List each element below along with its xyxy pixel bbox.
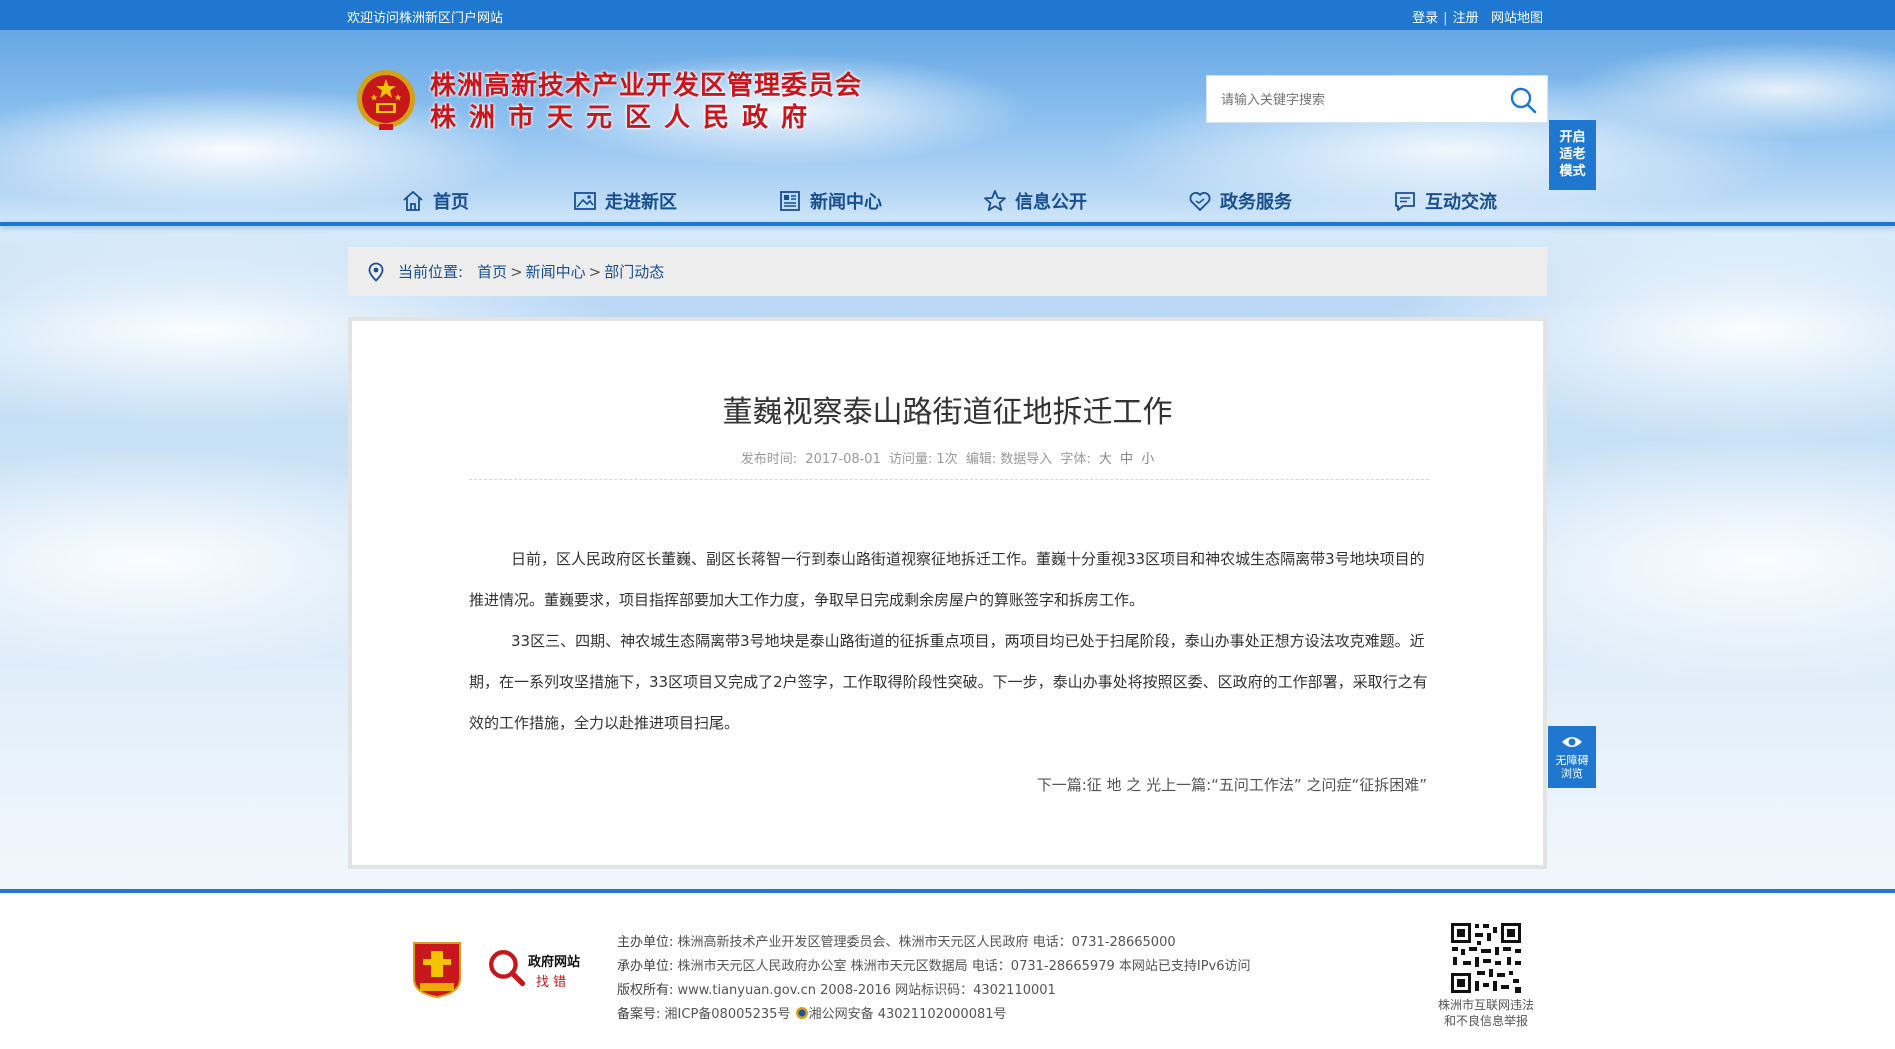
font-small-button[interactable]: 小 (1141, 452, 1154, 467)
qr-caption-line2: 和不良信息举报 (1443, 1014, 1528, 1028)
chat-icon (1395, 192, 1415, 211)
magnifier-icon (489, 950, 526, 987)
footer-row-organizer: 承办单位: 株洲市天元区人民政府办公室 株洲市天元区数据局 电话：0731-28… (617, 955, 1251, 979)
views-label: 访问量: (889, 452, 933, 467)
editor-label: 编辑: (965, 452, 997, 467)
accessibility-line1: 无障碍 (1555, 754, 1589, 767)
article-pager: 下一篇:征 地 之 光上一篇:“五问工作法” 之问症“征拆困难” (1037, 774, 1427, 795)
home-icon (403, 190, 423, 211)
meta-divider (469, 479, 1429, 480)
next-article-link[interactable]: 征 地 之 光 (1087, 776, 1161, 794)
breadcrumb: 当前位置: 首页 > 新闻中心 > 部门动态 (348, 247, 1547, 296)
footer-info: 主办单位: 株洲高新技术产业开发区管理委员会、株洲市天元区人民政府 电话：073… (617, 931, 1251, 1027)
nav-underline (0, 222, 1895, 226)
nav-label: 走进新区 (605, 192, 677, 213)
search-input[interactable] (1221, 90, 1501, 110)
article-meta: 发布时间: 2017-08-01 访问量: 1次 编辑: 数据导入 字体: 大 中 … (352, 448, 1543, 467)
newspaper-icon (780, 191, 800, 211)
views-count: 1次 (936, 452, 958, 467)
footer-row-copyright: 版权所有: www.tianyuan.gov.cn 2008-2016 网站标识… (617, 979, 1251, 1003)
breadcrumb-label: 当前位置: (398, 263, 464, 281)
register-link[interactable]: 注册 (1453, 11, 1479, 26)
font-large-button[interactable]: 大 (1099, 452, 1112, 467)
search-icon[interactable] (1509, 86, 1537, 114)
site-title-line2: 株洲市天元区人民政府 (430, 103, 821, 133)
font-medium-button[interactable]: 中 (1120, 452, 1133, 467)
article-paragraph: 33区三、四期、神农城生态隔离带3号地块是泰山路街道的征拆重点项目，两项目均已处… (469, 632, 1428, 732)
breadcrumb-department[interactable]: 部门动态 (604, 261, 664, 282)
breadcrumb-home[interactable]: 首页 (477, 261, 507, 282)
prev-article-link[interactable]: “五问工作法” 之问症“征拆困难” (1211, 776, 1427, 794)
prev-label: 上一篇: (1161, 776, 1212, 794)
location-pin-icon (368, 262, 384, 282)
article-paragraph: 日前，区人民政府区长董巍、副区长蒋智一行到泰山路街道视察征地拆迁工作。董巍十分重… (469, 550, 1425, 609)
gov-site-error-report[interactable]: 政府网站 找 错 (486, 945, 586, 991)
breadcrumb-separator: > (510, 262, 523, 281)
main-nav: 首页 走进新区 新闻中心 信息公开 政务服务 互动交流 (0, 174, 1895, 224)
error-report-subtitle: 找 错 (536, 975, 567, 990)
footer-value: 株洲高新技术产业开发区管理委员会、株洲市天元区人民政府 电话：0731-2866… (677, 935, 1176, 950)
elder-mode-line2: 适老 (1559, 147, 1586, 162)
site-title-line1: 株洲高新技术产业开发区管理委员会 (430, 71, 863, 101)
footer: 政府网站 找 错 主办单位: 株洲高新技术产业开发区管理委员会、株洲市天元区人民… (0, 889, 1895, 1049)
image-icon (574, 192, 596, 210)
accessibility-line2: 浏览 (1561, 767, 1583, 780)
footer-value: 株洲市天元区人民政府办公室 株洲市天元区数据局 电话：0731-28665979… (677, 959, 1251, 974)
breadcrumb-news[interactable]: 新闻中心 (526, 261, 586, 282)
eye-icon (1562, 737, 1582, 747)
editor-name: 数据导入 (1000, 452, 1053, 467)
sitemap-link[interactable]: 网站地图 (1491, 11, 1543, 26)
nav-label: 政务服务 (1220, 192, 1292, 213)
police-badge-icon (795, 1007, 808, 1019)
top-bar: 欢迎访问株洲新区门户网站 登录 | 注册 网站地图 (0, 0, 1895, 30)
article-body: 日前，区人民政府区长董巍、副区长蒋智一行到泰山路街道视察征地拆迁工作。董巍十分重… (469, 539, 1429, 744)
login-link[interactable]: 登录 (1412, 11, 1438, 26)
search-box (1206, 75, 1548, 123)
qr-caption-line1: 株洲市互联网违法 (1437, 998, 1534, 1012)
article-title: 董巍视察泰山路街道征地拆迁工作 (722, 395, 1173, 430)
nav-item-home[interactable]: 首页 (401, 188, 469, 214)
footer-row-sponsor: 主办单位: 株洲高新技术产业开发区管理委员会、株洲市天元区人民政府 电话：073… (617, 931, 1251, 955)
heart-icon (1189, 192, 1211, 211)
publish-label: 发布时间: (740, 452, 798, 467)
qr-code-icon (1449, 921, 1523, 995)
article-panel: 董巍视察泰山路街道征地拆迁工作 发布时间: 2017-08-01 访问量: 1次 … (348, 317, 1547, 869)
next-label: 下一篇: (1036, 776, 1087, 794)
footer-key: 备案号: (617, 1007, 661, 1022)
footer-row-record: 备案号: 湘ICP备08005235号 湘公网安备 43021102000081… (617, 1003, 1251, 1027)
party-government-badge-icon[interactable] (410, 939, 464, 999)
welcome-text: 欢迎访问株洲新区门户网站 (347, 11, 504, 26)
link-separator: | (1443, 11, 1448, 26)
nav-item-services[interactable]: 政务服务 (1188, 188, 1292, 214)
site-title: 株洲高新技术产业开发区管理委员会 株洲市天元区人民政府 (430, 70, 862, 134)
star-icon (984, 190, 1006, 211)
icp-record-link[interactable]: 湘ICP备08005235号 (665, 1007, 791, 1022)
font-label: 字体: (1060, 452, 1091, 467)
footer-key: 主办单位: (617, 935, 674, 950)
error-report-title: 政府网站 (528, 955, 581, 970)
nav-item-news[interactable]: 新闻中心 (778, 188, 882, 214)
nav-item-interaction[interactable]: 互动交流 (1393, 188, 1497, 214)
footer-key: 版权所有: (617, 983, 674, 998)
top-links: 登录 | 注册 网站地图 (1412, 7, 1543, 26)
nav-label: 新闻中心 (810, 192, 882, 213)
elder-mode-line1: 开启 (1559, 130, 1586, 145)
footer-key: 承办单位: (617, 959, 674, 974)
breadcrumb-separator: > (588, 262, 602, 281)
accessibility-button[interactable]: 无障碍 浏览 (1548, 726, 1596, 788)
nav-label: 互动交流 (1425, 192, 1497, 213)
nav-item-about[interactable]: 走进新区 (573, 188, 677, 214)
qr-caption: 株洲市互联网违法 和不良信息举报 (1421, 997, 1551, 1029)
police-record-link[interactable]: 湘公网安备 43021102000081号 (809, 1007, 1007, 1022)
nav-label: 首页 (433, 192, 469, 213)
publish-date: 2017-08-01 (805, 452, 881, 467)
footer-value: www.tianyuan.gov.cn 2008-2016 网站标识码：4302… (677, 983, 1056, 998)
nav-label: 信息公开 (1015, 192, 1087, 213)
national-emblem-icon (357, 70, 415, 130)
nav-item-public-info[interactable]: 信息公开 (983, 188, 1087, 214)
